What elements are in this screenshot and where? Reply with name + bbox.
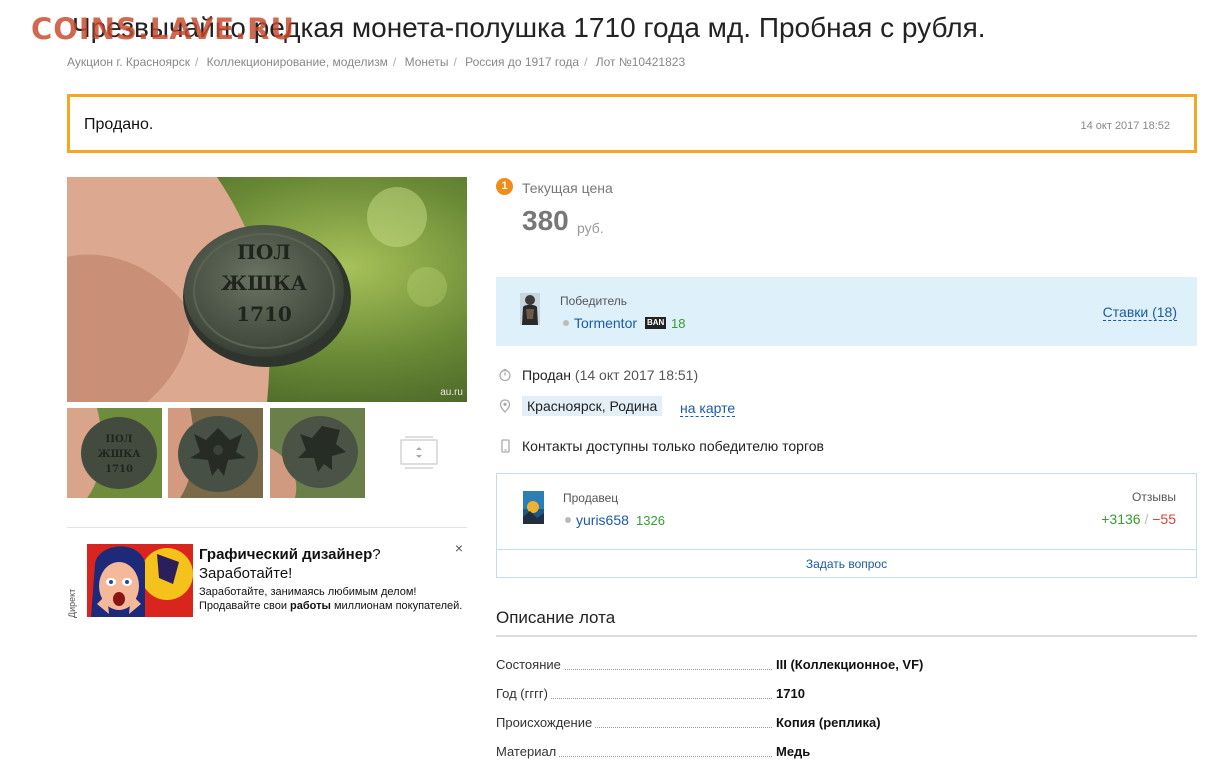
location-pin-icon — [499, 399, 511, 413]
current-price-label: Текущая цена — [522, 180, 613, 196]
breadcrumb-item-coins[interactable]: Монеты — [405, 55, 449, 69]
reviews-positive[interactable]: +3136 — [1101, 511, 1140, 527]
sold-banner: Продано. 14 окт 2017 18:52 — [67, 94, 1197, 153]
svg-text:1710: 1710 — [105, 464, 133, 475]
coin-text-line2: ЖШКА — [221, 271, 308, 295]
spec-row: Происхождение Копия (реплика) — [496, 715, 1197, 733]
winner-label: Победитель — [560, 294, 628, 308]
map-link[interactable]: на карте — [680, 401, 736, 417]
ad-text-line2: Продавайте свои работы миллионам покупат… — [199, 600, 463, 612]
bids-link[interactable]: Ставки (18) — [1102, 304, 1177, 321]
breadcrumb-item-auction[interactable]: Аукцион г. Красноярск — [67, 55, 190, 69]
contacts-note: Контакты доступны только победителю торг… — [522, 438, 824, 454]
gallery-scroll-button[interactable] — [399, 436, 439, 470]
reviews-separator: / — [1144, 511, 1149, 527]
sold-date: 14 окт 2017 18:52 — [1080, 120, 1171, 132]
sold-label: Продано. — [84, 116, 154, 133]
spec-row: Состояние III (Коллекционное, VF) — [496, 657, 1197, 675]
ask-question-button[interactable]: Задать вопрос — [497, 549, 1196, 578]
spec-value: III (Коллекционное, VF) — [776, 657, 924, 672]
winner-name-link[interactable]: Tormentor — [574, 315, 637, 331]
ad-direct-tag: Директ — [67, 588, 77, 618]
winner-panel: Победитель Tormentor BAN 18 Ставки (18) — [496, 277, 1197, 346]
spec-key: Год (гггг) — [496, 686, 551, 701]
spec-row: Материал Медь — [496, 744, 1197, 762]
svg-text:ЖШКА: ЖШКА — [97, 449, 141, 460]
yandex-direct-ad[interactable]: Директ × Графический дизайнер? Заработай… — [67, 540, 467, 630]
sold-datetime: (14 окт 2017 18:51) — [574, 367, 699, 383]
price-badge: 1 — [496, 178, 513, 195]
winner-status-dot — [563, 320, 569, 326]
breadcrumb-item-lot: Лот №10421823 — [595, 55, 686, 69]
spec-value: Медь — [776, 744, 811, 759]
winner-rating: 18 — [671, 316, 686, 331]
spec-value: 1710 — [776, 686, 805, 701]
site-watermark: COINS.LAVE.RU — [31, 12, 296, 46]
ad-headline-2[interactable]: Заработайте! — [199, 565, 292, 582]
svg-text:ПОЛ: ПОЛ — [106, 434, 133, 445]
spec-key: Происхождение — [496, 715, 596, 730]
reviews-label: Отзывы — [1132, 490, 1176, 504]
seller-status-dot — [565, 517, 571, 523]
thumbnail-2[interactable] — [168, 408, 263, 498]
thumbnail-3[interactable] — [270, 408, 365, 498]
ad-illustration[interactable] — [87, 544, 193, 617]
coin-text-line1: ПОЛ — [237, 240, 291, 264]
thumbnail-1[interactable]: ПОЛ ЖШКА 1710 — [67, 408, 162, 498]
seller-avatar[interactable] — [523, 491, 544, 524]
main-lot-photo[interactable]: ПОЛ ЖШКА 1710 au.ru — [67, 177, 467, 402]
price-currency: руб. — [577, 220, 604, 236]
spec-row: Год (гггг) 1710 — [496, 686, 1197, 704]
ban-badge: BAN — [645, 317, 667, 329]
ad-close-icon[interactable]: × — [455, 540, 463, 556]
spec-value: Копия (реплика) — [776, 715, 881, 730]
seller-label: Продавец — [563, 491, 619, 505]
breadcrumb: Аукцион г. Красноярск / Коллекционировани… — [67, 55, 686, 69]
current-price-value: 380 — [522, 205, 569, 236]
ad-headline[interactable]: Графический дизайнер? — [199, 546, 381, 563]
seller-rating: 1326 — [636, 513, 665, 528]
left-divider — [67, 527, 467, 528]
breadcrumb-item-russia[interactable]: Россия до 1917 года — [465, 55, 579, 69]
spec-key: Состояние — [496, 657, 564, 672]
location-city: Красноярск, Родина — [522, 396, 663, 416]
seller-panel: Продавец yuris658 1326 Отзывы +3136 / −5… — [496, 473, 1197, 578]
phone-icon — [501, 439, 510, 453]
ad-text-line1: Заработайте, занимаясь любимым делом! — [199, 586, 417, 598]
description-divider — [496, 635, 1197, 637]
spec-key: Материал — [496, 744, 560, 759]
coin-text-line3: 1710 — [236, 302, 292, 326]
winner-avatar[interactable] — [520, 293, 540, 325]
sold-status: Продан — [522, 367, 572, 383]
photo-watermark: au.ru — [440, 387, 463, 398]
description-title: Описание лота — [496, 608, 616, 627]
reviews-negative[interactable]: −55 — [1152, 511, 1176, 527]
breadcrumb-item-collecting[interactable]: Коллекционирование, моделизм — [207, 55, 388, 69]
clock-icon — [499, 368, 511, 382]
seller-name-link[interactable]: yuris658 — [576, 512, 629, 528]
reviews-counts: +3136 / −55 — [1101, 511, 1176, 527]
